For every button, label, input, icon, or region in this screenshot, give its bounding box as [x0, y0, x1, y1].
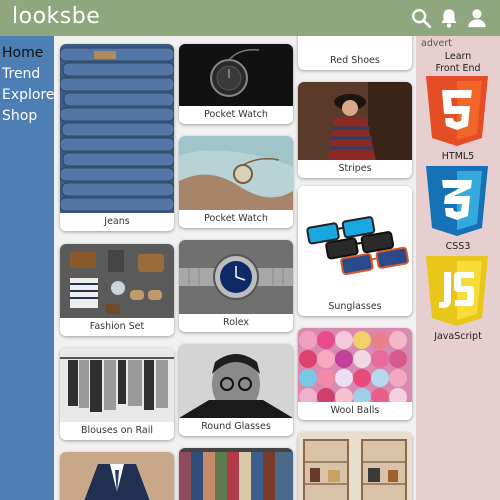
card-caption: Pocket Watch [204, 213, 268, 224]
card-pocket-watch[interactable]: Pocket Watch [179, 44, 293, 124]
card-caption: Wool Balls [330, 405, 380, 416]
card-boutique[interactable] [298, 432, 412, 500]
card-pocket-watch-2[interactable]: Pocket Watch [179, 136, 293, 228]
blouses-on-rail-image [60, 348, 174, 422]
card-fashion-set[interactable]: Fashion Set [60, 244, 174, 336]
card-sunglasses[interactable]: Sunglasses [298, 186, 412, 316]
wool-balls-image [298, 328, 412, 402]
stripes-image [298, 82, 412, 160]
sunglasses-image [298, 186, 412, 298]
pocket-watch-image [179, 44, 293, 106]
round-glasses-image [179, 344, 293, 418]
html5-label: HTML5 [441, 151, 475, 162]
hanging-shirts-image [179, 448, 293, 500]
suit-image [60, 452, 174, 500]
card-hanging-shirts[interactable] [179, 448, 293, 500]
javascript-label: JavaScript [434, 331, 482, 342]
user-icon[interactable] [466, 7, 488, 29]
css3-label: CSS3 [445, 241, 471, 252]
photo-feed: Jeans Fashion Set Blouses on Rail Pocket… [54, 36, 416, 500]
sidebar: Home Trend Explore Shop [0, 36, 55, 500]
html5-icon [426, 76, 488, 146]
app-logo[interactable]: looksbe [12, 4, 100, 29]
card-wool-balls[interactable]: Wool Balls [298, 328, 412, 420]
html5-logo-link[interactable] [420, 74, 494, 148]
fashion-set-image [60, 244, 174, 318]
sidebar-item-shop[interactable]: Shop [0, 106, 54, 127]
sidebar-item-home[interactable]: Home [0, 43, 54, 64]
advert-title-line1: Learn [444, 51, 472, 62]
card-blouses-on-rail[interactable]: Blouses on Rail [60, 348, 174, 440]
card-caption: Sunglasses [328, 301, 382, 312]
card-caption: Jeans [104, 216, 130, 227]
card-rolex[interactable]: Rolex [179, 240, 293, 332]
javascript-icon [426, 256, 488, 326]
advert-label: advert [421, 38, 452, 49]
card-red-shoes[interactable]: Red Shoes [298, 36, 412, 70]
css3-icon [426, 166, 488, 236]
card-suit[interactable] [60, 452, 174, 500]
card-caption: Rolex [223, 317, 249, 328]
card-caption: Round Glasses [201, 421, 271, 432]
card-caption: Stripes [338, 163, 372, 174]
card-stripes[interactable]: Stripes [298, 82, 412, 178]
card-jeans[interactable]: Jeans [60, 44, 174, 231]
card-round-glasses[interactable]: Round Glasses [179, 344, 293, 436]
card-caption: Red Shoes [330, 55, 380, 66]
top-bar: looksbe [0, 0, 500, 36]
search-icon[interactable] [410, 7, 432, 29]
css3-logo-link[interactable] [420, 164, 494, 238]
bell-icon[interactable] [438, 7, 460, 29]
card-caption: Pocket Watch [204, 109, 268, 120]
sidebar-nav: Home Trend Explore Shop [0, 36, 55, 127]
jeans-image [60, 44, 174, 213]
advert-panel: advert Learn Front End HTML5 CSS3 JavaSc… [416, 36, 500, 500]
rolex-image [179, 240, 293, 314]
card-caption: Fashion Set [89, 321, 145, 332]
javascript-logo-link[interactable] [420, 254, 494, 328]
card-caption: Blouses on Rail [80, 425, 154, 436]
sidebar-item-trend[interactable]: Trend [0, 64, 54, 85]
boutique-image [298, 432, 412, 500]
pocket-watch-image [179, 136, 293, 210]
sidebar-item-explore[interactable]: Explore [0, 85, 55, 106]
